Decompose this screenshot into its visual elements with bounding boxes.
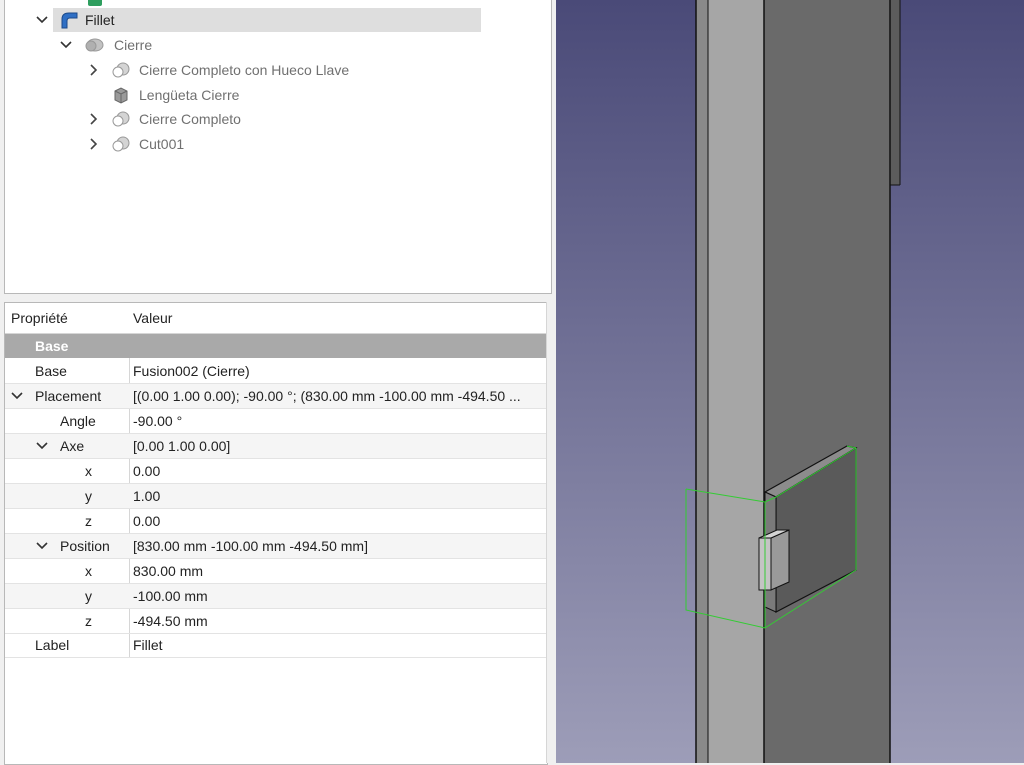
tree-item-label: Cierre — [114, 37, 153, 53]
fusion-icon — [84, 36, 104, 54]
chevron-down-icon[interactable] — [35, 534, 49, 558]
property-row-position-y[interactable]: y -100.00 mm — [5, 584, 547, 609]
property-row-axe[interactable]: Axe [0.00 1.00 0.00] — [5, 434, 547, 459]
chevron-down-icon[interactable] — [35, 434, 49, 458]
post-model[interactable] — [695, 0, 901, 763]
tree-item-label: Fillet — [85, 12, 115, 28]
chevron-down-icon[interactable] — [59, 33, 73, 57]
chevron-down-icon[interactable] — [10, 384, 24, 408]
tree-item-label: Lengüeta Cierre — [139, 87, 240, 103]
chevron-right-icon[interactable] — [87, 58, 101, 82]
tree-item-label: Cierre Completo con Hueco Llave — [139, 62, 350, 78]
property-row-label[interactable]: Label Fillet — [5, 633, 547, 658]
property-row-placement[interactable]: Placement [(0.00 1.00 0.00); -90.00 °; (… — [5, 384, 547, 409]
chevron-down-icon[interactable] — [35, 8, 49, 32]
property-row-position-x[interactable]: x 830.00 mm — [5, 559, 547, 584]
cut-icon — [111, 110, 131, 128]
property-row-axe-z[interactable]: z 0.00 — [5, 509, 547, 534]
tree-item-cut001[interactable]: Cut001 — [85, 132, 505, 156]
tree-item-label: Cierre Completo — [139, 111, 241, 127]
fillet-icon — [59, 11, 79, 29]
column-header-value[interactable]: Valeur — [130, 303, 547, 334]
chevron-right-icon[interactable] — [87, 107, 101, 131]
tree-item-cierre[interactable]: Cierre — [59, 33, 459, 57]
model-tree[interactable]: Fillet Cierre Cierre Completo con Hueco … — [4, 0, 552, 294]
box-icon — [111, 86, 131, 104]
property-group-base: Base — [5, 334, 547, 358]
tree-item-fillet[interactable]: Fillet — [36, 8, 481, 32]
property-row-base[interactable]: Base Fusion002 (Cierre) — [5, 359, 547, 384]
cut-icon — [111, 61, 131, 79]
property-row-position[interactable]: Position [830.00 mm -100.00 mm -494.50 m… — [5, 534, 547, 559]
tree-item-label: Cut001 — [139, 136, 185, 152]
tree-item-lengueta[interactable]: Lengüeta Cierre — [85, 83, 505, 107]
property-row-axe-x[interactable]: x 0.00 — [5, 459, 547, 484]
column-header-property[interactable]: Propriété — [5, 303, 136, 334]
property-row-position-z[interactable]: z -494.50 mm — [5, 609, 547, 634]
3d-viewport[interactable] — [556, 0, 1024, 763]
tree-item-cierre-completo-hueco[interactable]: Cierre Completo con Hueco Llave — [85, 58, 505, 82]
left-panel: Fillet Cierre Cierre Completo con Hueco … — [0, 0, 556, 765]
chevron-right-icon[interactable] — [87, 132, 101, 156]
tree-item-cierre-completo[interactable]: Cierre Completo — [85, 107, 505, 131]
property-editor-scrollbar[interactable] — [546, 302, 555, 763]
cut-icon — [111, 135, 131, 153]
property-row-axe-y[interactable]: y 1.00 — [5, 484, 547, 509]
property-editor[interactable]: Propriété Valeur Base Base Fusion002 (Ci… — [4, 302, 548, 765]
property-row-angle[interactable]: Angle -90.00 ° — [5, 409, 547, 434]
